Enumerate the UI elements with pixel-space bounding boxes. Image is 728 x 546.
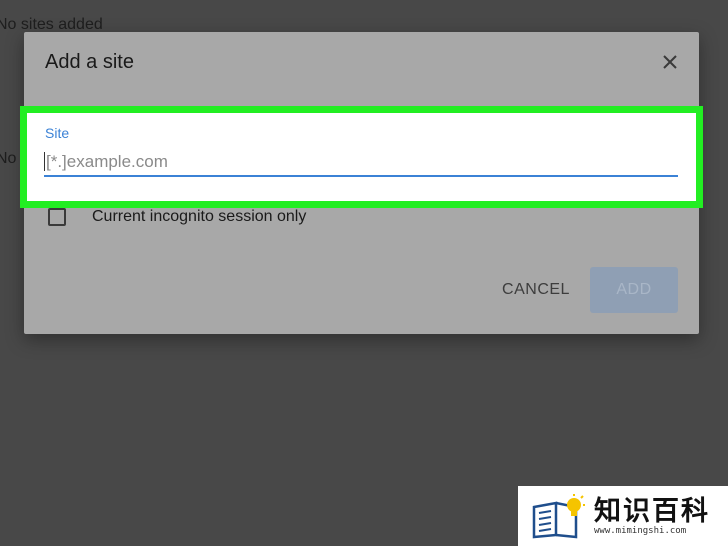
site-field-label: Site	[45, 125, 70, 141]
text-caret	[44, 152, 45, 171]
incognito-checkbox-row[interactable]: Current incognito session only	[48, 205, 306, 229]
site-input[interactable]	[44, 149, 678, 177]
close-icon[interactable]	[660, 52, 680, 72]
add-button[interactable]: ADD	[590, 267, 678, 313]
site-field-highlight: Site	[20, 106, 703, 208]
incognito-checkbox-label: Current incognito session only	[92, 208, 307, 225]
incognito-checkbox[interactable]	[48, 208, 66, 226]
watermark-logo: 知识百科 www.mimingshi.com	[518, 486, 728, 546]
watermark-url: www.mimingshi.com	[594, 526, 687, 536]
dialog-title: Add a site	[45, 51, 134, 73]
background-partial-text: No	[0, 150, 17, 167]
watermark-brand: 知识百科	[594, 496, 710, 526]
cancel-button[interactable]: CANCEL	[494, 268, 578, 312]
book-lightbulb-icon	[532, 494, 585, 539]
